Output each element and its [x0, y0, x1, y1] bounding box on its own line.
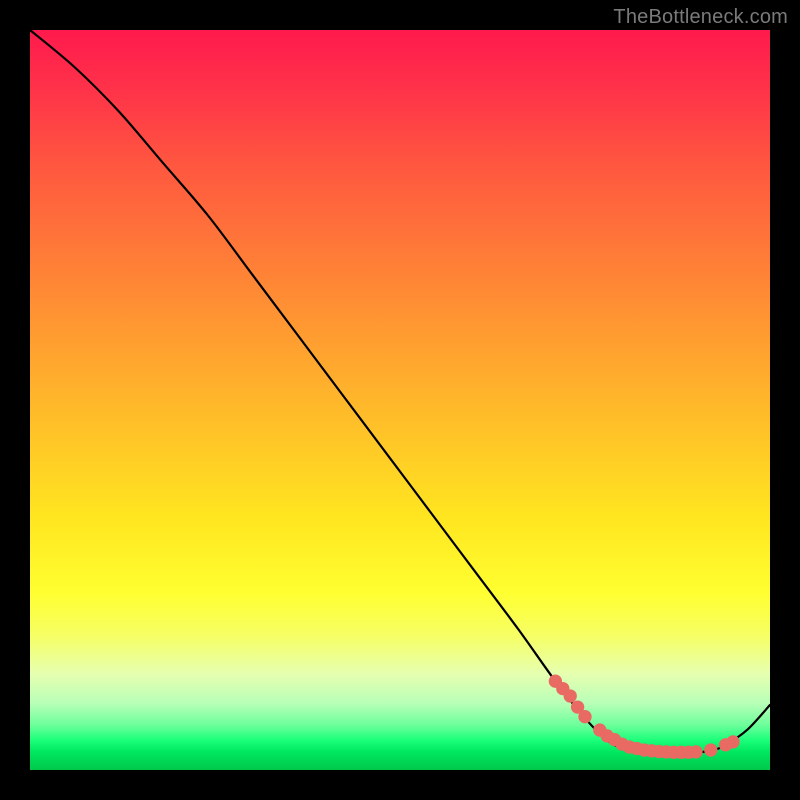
plot-area — [30, 30, 770, 770]
highlight-point — [564, 689, 577, 702]
highlight-point — [578, 710, 591, 723]
bottleneck-curve-line — [30, 30, 770, 753]
highlight-points-group — [549, 675, 740, 759]
highlight-point — [704, 743, 717, 756]
highlight-point — [726, 735, 739, 748]
chart-frame: TheBottleneck.com — [0, 0, 800, 800]
bottleneck-curve-svg — [30, 30, 770, 770]
watermark-text: TheBottleneck.com — [613, 6, 788, 29]
highlight-point — [689, 745, 702, 758]
